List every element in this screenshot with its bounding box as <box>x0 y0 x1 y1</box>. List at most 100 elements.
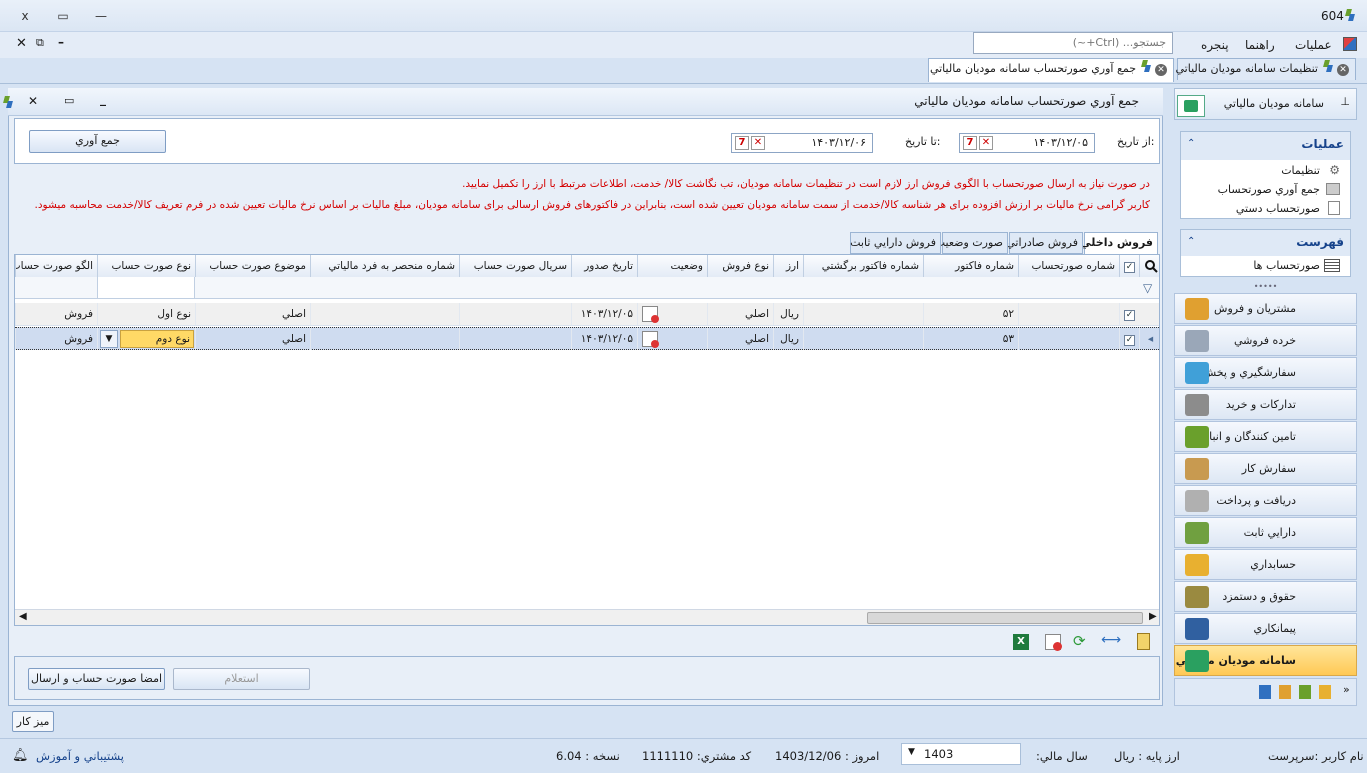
collapse-icon[interactable]: ⌃ <box>1187 138 1195 149</box>
collect-button[interactable]: جمع آوري <box>29 130 166 153</box>
menu-window[interactable]: پنجره <box>1201 34 1229 56</box>
from-date-field[interactable]: 7 ✕ ۱۴۰۳/۱۲/۰۵ <box>959 133 1095 153</box>
collapse-icon[interactable]: ⌃ <box>1187 236 1195 247</box>
clipboard-icon[interactable] <box>1137 633 1150 650</box>
nav-mini-icon[interactable] <box>1319 685 1331 699</box>
col-sale-type[interactable]: نوع فروش <box>707 255 773 277</box>
col-issue-date[interactable]: تاريخ صدور <box>571 255 637 277</box>
nav-button[interactable]: حقوق و دستمزد <box>1174 581 1357 612</box>
calendar-icon[interactable]: 7 <box>963 136 977 150</box>
filter-invoice-type-input[interactable] <box>97 277 195 298</box>
overflow-chevron-icon[interactable]: » <box>1343 683 1350 696</box>
restore-window-button[interactable]: ▭ <box>52 7 74 25</box>
scroll-thumb[interactable] <box>867 612 1143 624</box>
sign-and-send-button[interactable]: امضا صورت حساب و ارسال <box>28 668 165 690</box>
dropdown-value[interactable]: نوع دوم <box>120 330 194 348</box>
nav-button[interactable]: تامين كنندگان و انبار <box>1174 421 1357 452</box>
close-icon[interactable]: ✕ <box>1337 64 1349 76</box>
panel-minimize-icon[interactable]: _ <box>100 92 106 106</box>
col-currency[interactable]: ارز <box>773 255 803 277</box>
table-row[interactable]: ✓ ۵۲ ريال اصلي ۱۴۰۳/۱۲/۰۵ اصلي نوع اول ف… <box>15 303 1159 326</box>
nav-button[interactable]: دريافت و پرداخت <box>1174 485 1357 516</box>
filter-icon[interactable]: ▽ <box>1143 281 1152 295</box>
tab-taxpayer-settings[interactable]: ✕ تنظيمات سامانه موديان مالياتي <box>1175 58 1356 80</box>
col-invoice-type[interactable]: نوع صورت حساب <box>97 255 195 277</box>
select-all-checkbox[interactable]: ✓ <box>1119 255 1139 277</box>
chevron-down-icon[interactable]: ▼ <box>908 747 915 757</box>
cell-invoice-type[interactable]: نوع اول <box>97 303 195 325</box>
panel-close-icon[interactable]: ✕ <box>28 94 38 108</box>
tab-collect-invoices[interactable]: ✕ جمع آوري صورتحساب سامانه موديان ماليات… <box>928 58 1174 82</box>
horizontal-scrollbar[interactable]: ◀ ▶ <box>15 609 1159 625</box>
col-invoice-pattern[interactable]: الگو صورت حساب <box>15 255 97 277</box>
col-serial[interactable]: سريال صورت حساب <box>459 255 571 277</box>
row-checkbox[interactable]: ✓ <box>1119 328 1139 350</box>
invoice-type-dropdown[interactable]: نوع دوم ▼ <box>97 328 195 350</box>
calendar-icon[interactable]: 7 <box>735 136 749 150</box>
cell-factor-no: ۵۳ <box>923 328 1018 350</box>
nav-button[interactable]: حسابداري <box>1174 549 1357 580</box>
clear-icon[interactable]: ✕ <box>751 136 765 150</box>
nav-button[interactable]: مشتريان و فروش <box>1174 293 1357 324</box>
ops-item-manual[interactable]: صورتحساب دستي <box>1236 202 1320 215</box>
close-icon[interactable]: ✕ <box>1155 64 1167 76</box>
scroll-right-icon[interactable]: ▶ <box>1149 611 1157 622</box>
support-link[interactable]: پشتيباني و آموزش <box>36 747 124 765</box>
pin-icon[interactable]: ⊥ <box>1340 95 1350 108</box>
ops-item-collect[interactable]: جمع آوري صورتحساب <box>1218 183 1320 196</box>
col-status[interactable]: وضعيت <box>637 255 707 277</box>
col-invoice-no[interactable]: شماره صورتحساب <box>1018 255 1119 277</box>
refresh-icon[interactable]: ⟳ <box>1073 632 1086 650</box>
nav-button[interactable]: خرده فروشي <box>1174 325 1357 356</box>
col-factor-no[interactable]: شماره فاکتور <box>923 255 1018 277</box>
mdi-minimize-icon[interactable]: – <box>58 35 64 49</box>
nav-button[interactable]: سامانه موديان مالياتي <box>1174 645 1357 676</box>
panel-restore-icon[interactable]: ▭ <box>64 94 74 107</box>
splitter-handle[interactable]: ••••• <box>1174 283 1357 292</box>
to-date-field[interactable]: 7 ✕ ۱۴۰۳/۱۲/۰۶ <box>731 133 873 153</box>
minimize-window-button[interactable]: — <box>90 7 112 25</box>
bell-icon[interactable]: 🔔︎ <box>12 747 29 765</box>
scroll-left-icon[interactable]: ◀ <box>19 611 27 622</box>
col-tax-id[interactable]: شماره منحصر به فرد مالياتي <box>310 255 459 277</box>
desk-tab[interactable]: ميز كار <box>12 711 54 732</box>
nav-mini-icon[interactable] <box>1299 685 1311 699</box>
ops-item-settings[interactable]: تنظيمات <box>1281 164 1320 177</box>
nav-mini-icon[interactable] <box>1259 685 1271 699</box>
list-items: صورتحساب ها <box>1181 256 1350 276</box>
menu-help[interactable]: راهنما <box>1245 34 1275 56</box>
chevron-down-icon[interactable]: ▼ <box>100 330 118 348</box>
nav-button[interactable]: پيمانكاري <box>1174 613 1357 644</box>
nav-button[interactable]: سفارش كار <box>1174 453 1357 484</box>
search-input[interactable]: جستجو... (Ctrl+~) <box>973 32 1173 54</box>
inquiry-button[interactable]: استعلام <box>173 668 310 690</box>
status-error-icon[interactable] <box>642 306 659 323</box>
row-checkbox[interactable]: ✓ <box>1119 303 1139 325</box>
tab-status-statement[interactable]: صورت وضعيت <box>935 232 1008 254</box>
delete-error-icon[interactable] <box>1045 634 1062 651</box>
col-subject[interactable]: موضوع صورت حساب <box>195 255 310 277</box>
close-window-button[interactable]: x <box>14 7 36 25</box>
nav-mini-icon[interactable] <box>1279 685 1291 699</box>
nav-button[interactable]: سفارشگيري و پخش <box>1174 357 1357 388</box>
clear-icon[interactable]: ✕ <box>979 136 993 150</box>
status-error-icon[interactable] <box>642 331 659 348</box>
nav-label: خرده فروشي <box>1233 334 1296 347</box>
fiscal-year-select[interactable]: ▼ 1403 <box>901 743 1021 765</box>
nav-button[interactable]: تداركات و خريد <box>1174 389 1357 420</box>
nav-button[interactable]: دارايي ثابت <box>1174 517 1357 548</box>
excel-export-icon[interactable]: X <box>1013 634 1029 650</box>
mdi-close-icon[interactable]: ✕ <box>16 36 27 51</box>
resize-columns-icon[interactable]: ⟷ <box>1101 632 1121 648</box>
menu-operations[interactable]: عمليات <box>1295 34 1332 56</box>
tab-fixed-asset-sales[interactable]: فروش دارايي ثابت <box>850 232 941 254</box>
list-item-invoices[interactable]: صورتحساب ها <box>1253 259 1320 272</box>
table-row-selected[interactable]: ◂ ✓ ۵۳ ريال اصلي ۱۴۰۳/۱۲/۰۵ اصلي نوع دوم… <box>15 327 1159 350</box>
tab-domestic-sales[interactable]: فروش داخلي <box>1080 232 1158 255</box>
tab-export-sales[interactable]: فروش صادراتي <box>1006 232 1083 254</box>
col-return-factor-no[interactable]: شماره فاکتور برگشتي <box>803 255 923 277</box>
search-icon[interactable] <box>1139 255 1159 277</box>
mdi-restore-icon[interactable]: ⧉ <box>36 36 44 50</box>
cell-currency: ريال <box>773 328 803 350</box>
filter-row: ▽ <box>15 277 1159 299</box>
